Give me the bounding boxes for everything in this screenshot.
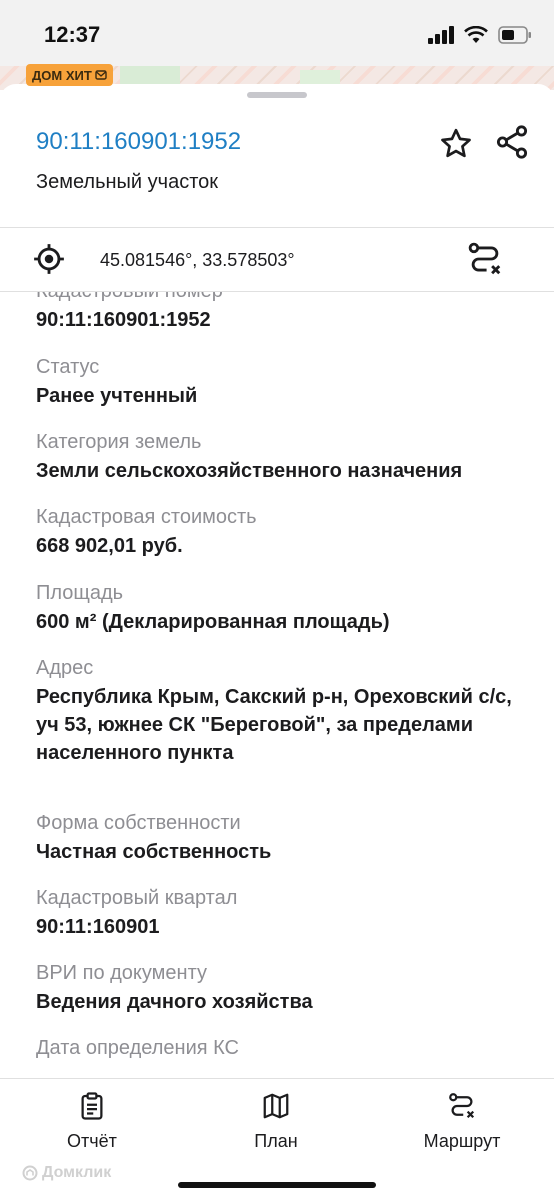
list-item: Кадастровый квартал 90:11:160901: [36, 885, 526, 941]
properties-list[interactable]: Кадастровый номер 90:11:160901:1952 Стат…: [0, 292, 554, 1078]
domclick-logo-icon: [22, 1165, 38, 1181]
share-icon: [496, 125, 528, 159]
property-value: 90:11:160901:1952: [36, 309, 211, 331]
report-label: Отчёт: [67, 1131, 117, 1151]
property-value: 600 м² (Декларированная площадь): [36, 611, 390, 633]
route-icon: [449, 1093, 475, 1119]
property-label: ВРИ по документу: [36, 962, 207, 984]
signal-icon: [428, 26, 454, 44]
list-item: Категория земель Земли сельскохозяйствен…: [36, 429, 526, 485]
property-label: Кадастровая стоимость: [36, 506, 257, 528]
list-item: Форма собственности Частная собственност…: [36, 810, 526, 866]
report-button[interactable]: Отчёт: [22, 1091, 162, 1152]
list-item: Кадастровый номер 90:11:160901:1952: [36, 292, 526, 334]
property-value: 668 902,01 руб.: [36, 535, 183, 557]
map-icon: [263, 1093, 289, 1119]
watermark: Домклик: [22, 1164, 111, 1182]
list-item: Дата определения КС: [36, 1035, 526, 1063]
property-label: Категория земель: [36, 431, 202, 453]
plan-label: План: [254, 1131, 298, 1151]
property-label: Площадь: [36, 582, 124, 604]
status-bar: 12:37: [0, 0, 554, 66]
list-item: Статус Ранее учтенный: [36, 354, 526, 410]
coordinates-text[interactable]: 45.081546°, 33.578503°: [100, 250, 295, 271]
property-value: Земли сельскохозяйственного назначения: [36, 460, 463, 482]
route-label: Маршрут: [423, 1131, 501, 1151]
list-item: Адрес Республика Крым, Сакский р-н, Орех…: [36, 655, 526, 767]
sheet-header: 90:11:160901:1952 Земельный участок: [0, 84, 554, 228]
plan-button[interactable]: План: [206, 1091, 346, 1152]
property-label: Кадастровый квартал: [36, 887, 238, 909]
cadastral-number-title[interactable]: 90:11:160901:1952: [36, 128, 241, 156]
property-label: Кадастровый номер: [36, 292, 526, 304]
property-value: 90:11:160901: [36, 916, 160, 938]
coordinates-row[interactable]: 45.081546°, 33.578503°: [0, 228, 554, 292]
list-item: Кадастровая стоимость 668 902,01 руб.: [36, 504, 526, 560]
home-indicator[interactable]: [178, 1182, 376, 1188]
share-button[interactable]: [492, 122, 532, 162]
status-time: 12:37: [44, 22, 101, 47]
property-label: Дата определения КС: [36, 1037, 239, 1059]
map-badge[interactable]: ДОМ ХИТ: [26, 64, 113, 86]
object-type: Земельный участок: [36, 171, 219, 193]
star-icon: [441, 128, 471, 158]
location-target-icon[interactable]: [32, 242, 66, 276]
property-value: Республика Крым, Сакский р-н, Ореховский…: [36, 686, 512, 764]
clipboard-icon: [81, 1092, 103, 1120]
property-label: Статус: [36, 356, 100, 378]
property-label: Адрес: [36, 657, 94, 679]
list-item: Площадь 600 м² (Декларированная площадь): [36, 580, 526, 636]
favorite-button[interactable]: [436, 124, 476, 164]
property-label: Форма собственности: [36, 812, 241, 834]
battery-icon: [498, 26, 531, 44]
status-icons: [428, 26, 532, 44]
watermark-text: Домклик: [42, 1164, 112, 1181]
route-button[interactable]: Маршрут: [392, 1091, 532, 1152]
property-value: Ведения дачного хозяйства: [36, 991, 313, 1013]
list-item: ВРИ по документу Ведения дачного хозяйст…: [36, 960, 526, 1016]
wifi-icon: [464, 26, 488, 43]
parcel-sheet: 90:11:160901:1952 Земельный участок 45.0…: [0, 84, 554, 1200]
mail-icon: [95, 70, 107, 80]
map-badge-label: ДОМ ХИТ: [32, 67, 92, 83]
property-value: Частная собственность: [36, 841, 272, 863]
route-icon[interactable]: [466, 240, 504, 278]
property-value: Ранее учтенный: [36, 385, 198, 407]
